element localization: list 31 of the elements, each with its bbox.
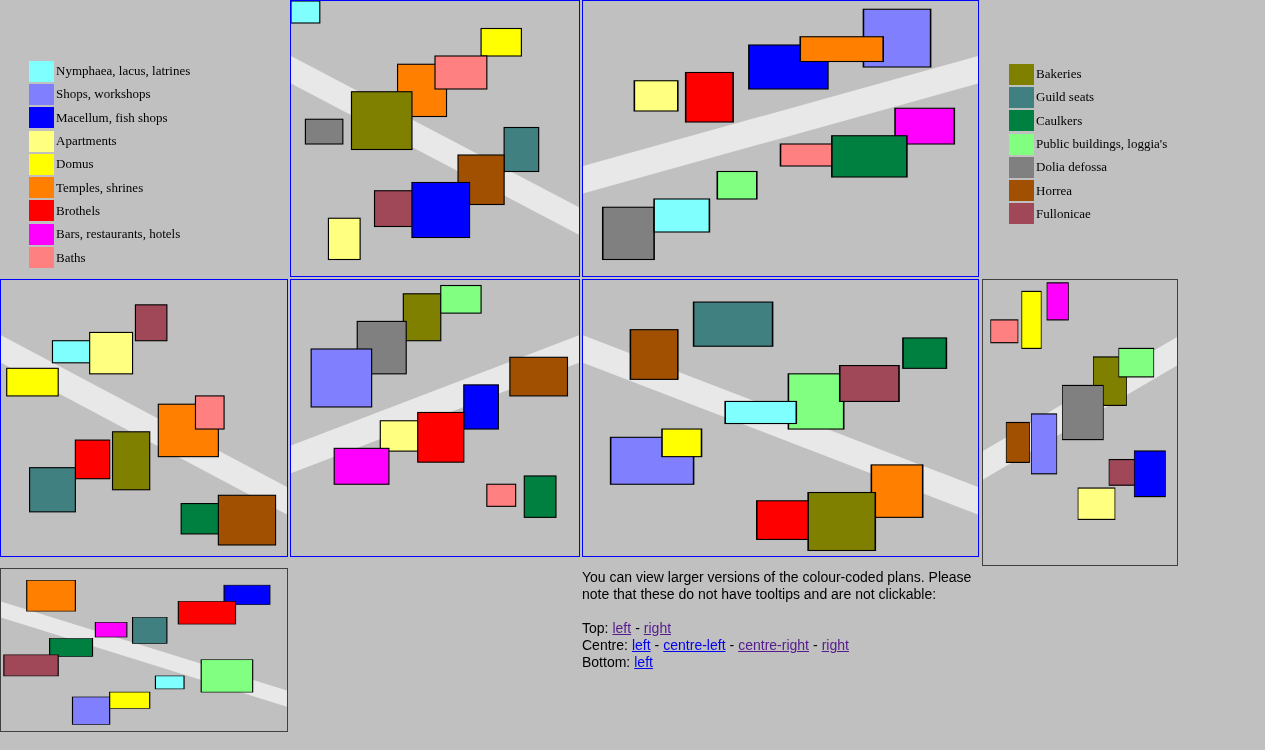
separator-text: -	[654, 637, 660, 654]
legend-label: Temples, shrines	[56, 179, 144, 196]
plan-link[interactable]: right	[821, 637, 849, 654]
plan-link[interactable]: left	[634, 654, 653, 671]
legend-label: Public buildings, loggia's	[1036, 136, 1168, 153]
legend-label: Shops, workshops	[56, 86, 151, 103]
legend-label: Baths	[56, 249, 86, 266]
separator-text: -	[635, 620, 640, 637]
legend-label: Horrea	[1036, 182, 1073, 199]
legend-label: Macellum, fish shops	[56, 109, 168, 126]
legend-label: Dolia defossa	[1036, 159, 1108, 176]
legend-label: Apartments	[56, 133, 117, 150]
plan-link[interactable]: centre-left	[663, 637, 726, 654]
separator-text: -	[729, 637, 735, 654]
legend-label: Brothels	[56, 202, 101, 219]
note-text: You can view larger versions of the colour-coded plans. Please note that these do not have tooltips and are not clickable:	[582, 569, 973, 603]
link-row-label: Top:	[582, 620, 609, 637]
legend-label: Bakeries	[1036, 66, 1082, 83]
separator-text: -	[813, 637, 818, 654]
plan-link[interactable]: left	[612, 620, 632, 637]
plan-link[interactable]: centre-right	[738, 637, 809, 654]
legend-label: Guild seats	[1036, 89, 1095, 106]
plan-link[interactable]: right	[643, 620, 672, 637]
plan-link[interactable]: left	[631, 637, 651, 654]
legend-label: Fullonicae	[1036, 205, 1091, 222]
link-row-label: Centre:	[582, 637, 628, 654]
legend-label: Bars, restaurants, hotels	[56, 226, 181, 243]
legend-label: Nymphaea, lacus, latrines	[56, 63, 191, 80]
legend-label: Caulkers	[1036, 112, 1083, 129]
legend-label: Domus	[56, 156, 94, 173]
link-row-label: Bottom:	[582, 654, 631, 671]
